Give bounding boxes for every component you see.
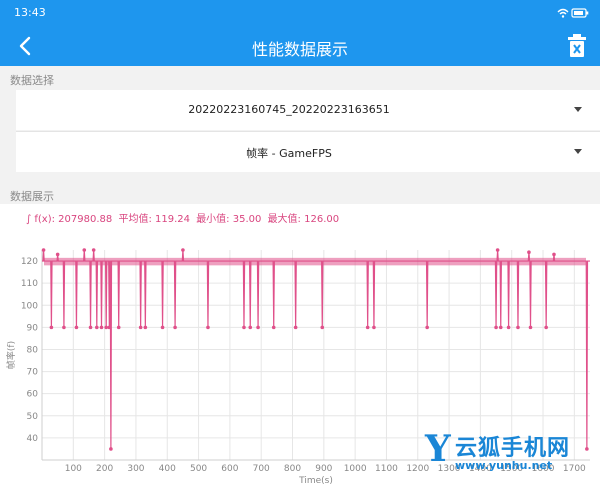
x-axis-label: Time(s) xyxy=(298,476,333,486)
x-tick-label: 700 xyxy=(253,464,270,474)
stats-summary: ∫ f(x): 207980.88 平均值: 119.24 最小值: 35.00… xyxy=(26,210,342,225)
data-point xyxy=(109,447,113,451)
chevron-down-icon[interactable] xyxy=(574,149,582,154)
data-point xyxy=(248,325,253,330)
y-tick-label: 80 xyxy=(27,345,39,355)
x-tick-label: 800 xyxy=(284,464,301,474)
data-point xyxy=(372,325,376,330)
x-tick-label: 400 xyxy=(159,464,176,474)
data-point xyxy=(107,325,112,330)
y-tick-label: 110 xyxy=(21,279,38,289)
data-point xyxy=(320,325,325,330)
stat-max: 最大值: 126.00 xyxy=(267,214,340,225)
data-point xyxy=(181,248,185,252)
data-point xyxy=(104,325,108,330)
data-point xyxy=(271,325,276,330)
data-point xyxy=(494,325,498,330)
data-point xyxy=(527,250,531,255)
status-bar: 13:43 xyxy=(0,0,600,26)
file-select-value: 20220223160745_20220223163651 xyxy=(188,103,390,116)
wifi-battery-icon xyxy=(557,8,589,18)
data-display-label: 数据展示 xyxy=(10,190,54,203)
y-tick-label: 90 xyxy=(27,323,39,333)
status-time: 13:43 xyxy=(14,6,46,19)
data-point xyxy=(498,325,503,330)
y-axis-label: 帧率(f) xyxy=(5,341,17,369)
data-point xyxy=(173,325,177,330)
data-point xyxy=(528,325,533,330)
fps-baseline-band xyxy=(44,257,586,266)
app-bar: 性能数据展示 xyxy=(0,26,600,66)
file-select[interactable]: 20220223160745_20220223163651 xyxy=(16,90,600,130)
x-tick-label: 300 xyxy=(127,464,144,474)
data-point xyxy=(74,325,79,330)
data-point xyxy=(62,325,66,330)
watermark-brand: 云狐手机网 xyxy=(455,436,571,461)
x-tick-label: 500 xyxy=(190,464,207,474)
data-point xyxy=(365,325,370,330)
x-tick-label: 1000 xyxy=(344,464,367,474)
x-tick-label: 900 xyxy=(315,464,332,474)
data-point xyxy=(82,248,87,252)
data-point xyxy=(293,325,298,330)
y-tick-label: 70 xyxy=(27,368,39,378)
data-point xyxy=(99,325,104,330)
data-point xyxy=(495,248,500,252)
data-point xyxy=(552,252,556,257)
chevron-down-icon[interactable] xyxy=(574,107,582,112)
delete-icon[interactable] xyxy=(566,33,588,59)
data-point xyxy=(256,325,260,330)
watermark: Y 云狐手机网 www.yunhu.net xyxy=(425,428,600,486)
x-tick-label: 1100 xyxy=(375,464,398,474)
metric-select[interactable]: 帧率 - GameFPS xyxy=(16,132,600,172)
page-title: 性能数据展示 xyxy=(251,40,348,59)
data-point xyxy=(138,325,143,330)
y-tick-label: 50 xyxy=(27,412,39,422)
data-point xyxy=(242,325,246,330)
data-point xyxy=(88,325,93,330)
watermark-letter: Y xyxy=(425,428,451,470)
y-tick-label: 120 xyxy=(21,257,38,267)
data-point xyxy=(91,248,96,252)
x-tick-label: 100 xyxy=(65,464,82,474)
data-point xyxy=(425,325,429,330)
data-point xyxy=(544,325,548,330)
data-point xyxy=(516,325,520,330)
data-point xyxy=(49,325,54,330)
data-point xyxy=(116,325,121,330)
stat-average: 平均值: 119.24 xyxy=(118,214,190,225)
metric-select-value: 帧率 - GameFPS xyxy=(246,147,332,160)
x-tick-label: 600 xyxy=(221,464,238,474)
x-tick-label: 200 xyxy=(96,464,113,474)
stat-min: 最小值: 35.00 xyxy=(196,214,262,225)
data-point xyxy=(95,325,99,330)
data-point xyxy=(41,248,46,252)
data-point xyxy=(143,325,148,330)
y-tick-label: 100 xyxy=(21,301,38,311)
y-tick-label: 40 xyxy=(27,434,39,444)
y-tick-label: 60 xyxy=(27,390,39,400)
watermark-url: www.yunhu.net xyxy=(455,459,553,472)
data-point xyxy=(55,252,60,257)
data-point xyxy=(160,325,165,330)
data-point xyxy=(506,325,511,330)
data-point xyxy=(206,325,210,330)
stat-integral: ∫ f(x): 207980.88 xyxy=(26,214,113,225)
data-select-label: 数据选择 xyxy=(10,74,54,87)
